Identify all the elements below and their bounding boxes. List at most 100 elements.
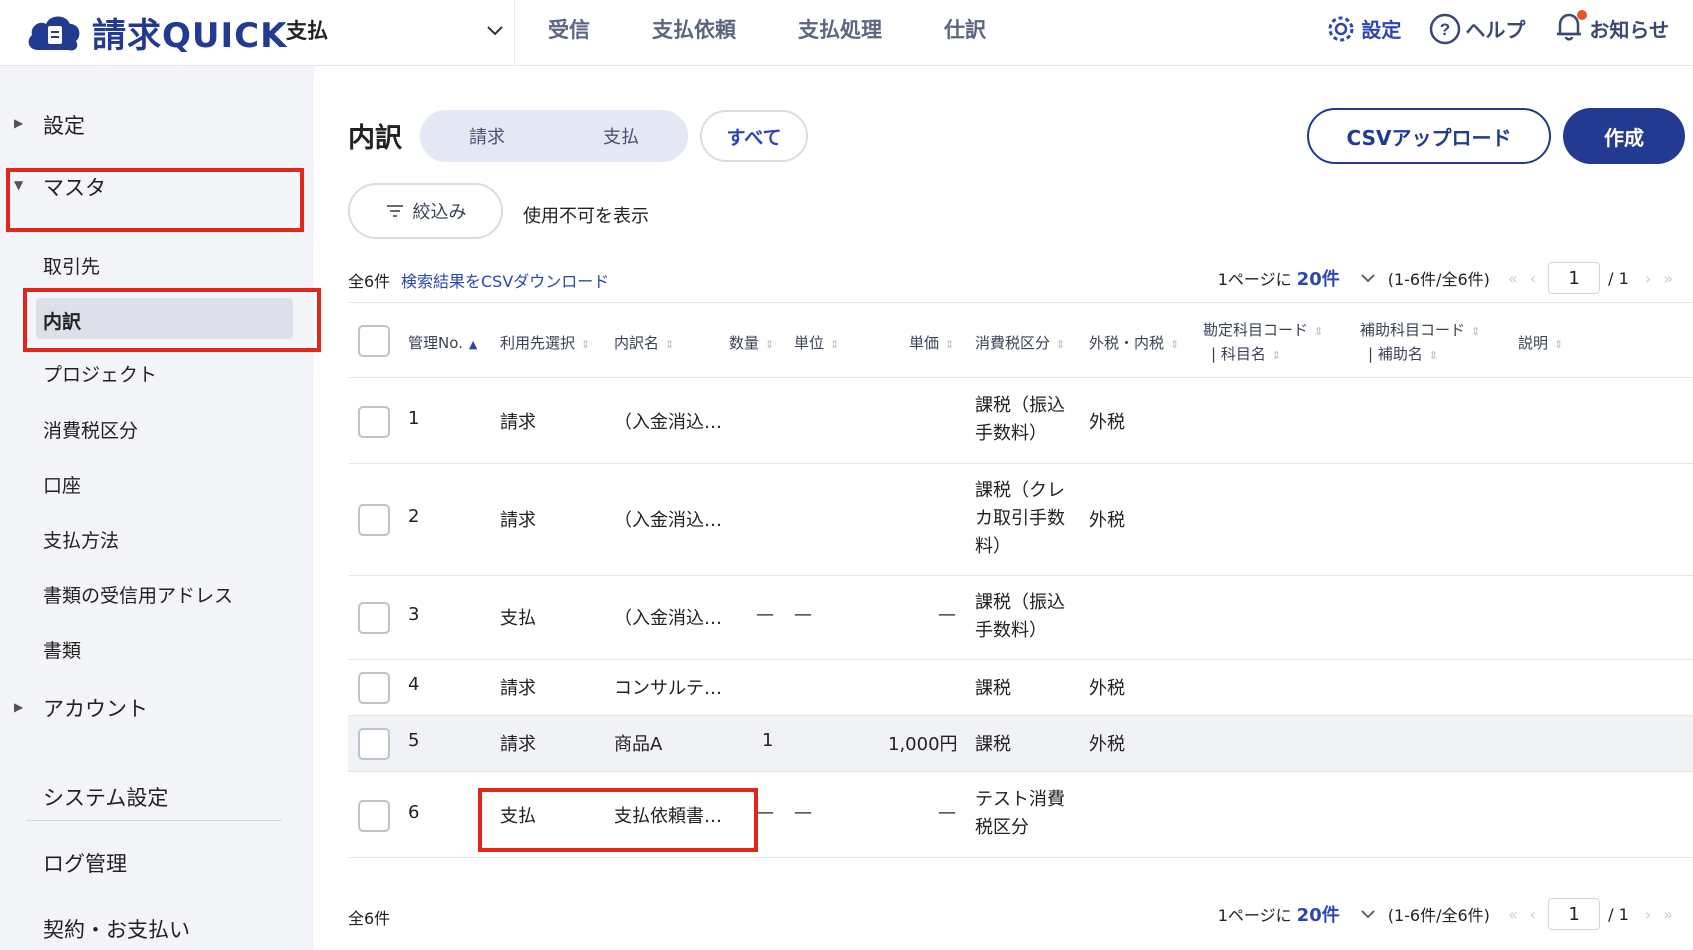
table-row[interactable]: 5 請求 商品A 1 1,000円 課税 外税 — [348, 716, 1693, 772]
sidebar-item-receive-address[interactable]: 書類の受信用アドレス — [43, 581, 233, 608]
table-row[interactable]: 4 請求 コンサルテ… 課税 外税 — [348, 660, 1693, 716]
cell-name: 商品A — [614, 734, 663, 755]
sort-icon: ▲ — [468, 338, 478, 351]
per-page-select[interactable]: 1ページに 20件 — [1218, 901, 1340, 927]
cell-usage: 請求 — [500, 510, 536, 531]
col-price[interactable]: 単価 ⇕ — [909, 332, 954, 353]
sidebar-item-settings[interactable]: 設定 — [43, 110, 85, 140]
cell-qty: — — [756, 802, 774, 823]
sidebar-item-clients[interactable]: 取引先 — [43, 252, 100, 279]
page-input[interactable]: 1 — [1548, 262, 1601, 294]
per-page-prefix: 1ページに — [1217, 906, 1292, 925]
row-checkbox[interactable] — [358, 602, 390, 634]
per-page-prefix: 1ページに — [1217, 270, 1292, 289]
row-checkbox[interactable] — [358, 672, 390, 704]
col-tax-label: 消費税区分 — [975, 334, 1051, 352]
csv-upload-button[interactable]: CSVアップロード — [1307, 108, 1551, 164]
footer-total-count: 全6件 — [348, 909, 391, 928]
col-usage[interactable]: 利用先選択 ⇕ — [500, 332, 590, 353]
nav-item-receive[interactable]: 受信 — [548, 14, 590, 44]
nav-item-payment-request[interactable]: 支払依頼 — [652, 14, 736, 44]
total-count: 全6件 — [348, 272, 391, 291]
col-tax-category[interactable]: 消費税区分 ⇕ — [975, 332, 1065, 353]
first-page-icon[interactable]: « — [1508, 269, 1518, 288]
cell-usage: 請求 — [500, 412, 536, 433]
nav-item-journal[interactable]: 仕訳 — [944, 14, 986, 44]
col-quantity[interactable]: 数量 ⇕ — [729, 332, 774, 353]
row-checkbox[interactable] — [358, 406, 390, 438]
segment-invoice[interactable]: 請求 — [420, 123, 554, 149]
table-header: 管理No. ▲ 利用先選択 ⇕ 内訳名 ⇕ 数量 ⇕ 単位 ⇕ 単価 ⇕ 消費税区分 ⇕ 外税… — [348, 302, 1693, 378]
prev-page-icon[interactable]: ‹ — [1530, 269, 1536, 288]
col-usage-label: 利用先選択 — [500, 334, 576, 352]
col-description[interactable]: 説明 ⇕ — [1518, 332, 1563, 353]
cell-price: — — [938, 802, 956, 823]
col-subaccount-code[interactable]: 補助科目コード ⇕ — [1360, 319, 1480, 340]
sidebar-item-contract-payment[interactable]: 契約・お支払い — [43, 914, 190, 944]
col-account-name[interactable]: | 科目名 ⇕ — [1211, 343, 1281, 364]
sidebar-item-tax-category[interactable]: 消費税区分 — [43, 416, 138, 443]
sidebar-item-payment-method[interactable]: 支払方法 — [43, 526, 119, 553]
notifications-link[interactable]: お知らせ — [1551, 8, 1669, 49]
help-icon: ? — [1430, 13, 1461, 44]
notification-badge — [1551, 8, 1589, 49]
col-account-code[interactable]: 勘定科目コード ⇕ — [1203, 319, 1323, 340]
cell-unit: — — [794, 604, 812, 625]
row-checkbox[interactable] — [358, 800, 390, 832]
segment-payment[interactable]: 支払 — [554, 123, 688, 149]
nav-item-payment-processing[interactable]: 支払処理 — [798, 14, 882, 44]
prev-page-icon[interactable]: ‹ — [1530, 905, 1536, 924]
col-taxtype-label: 外税・内税 — [1089, 334, 1165, 352]
select-all-checkbox[interactable] — [358, 325, 390, 357]
col-management-no[interactable]: 管理No. ▲ — [408, 332, 477, 353]
sort-icon: ⇕ — [1271, 349, 1282, 362]
cell-no: 1 — [408, 408, 420, 429]
per-page-select[interactable]: 1ページに 20件 — [1218, 265, 1340, 291]
settings-link[interactable]: 設定 — [1323, 11, 1401, 47]
row-checkbox[interactable] — [358, 728, 390, 760]
row-checkbox[interactable] — [358, 504, 390, 536]
cell-qty: 1 — [762, 730, 774, 751]
sort-icon: ⇕ — [1428, 349, 1439, 362]
col-name[interactable]: 内訳名 ⇕ — [614, 332, 674, 353]
sidebar-item-documents[interactable]: 書類 — [43, 636, 81, 663]
cell-taxtype: 外税 — [1089, 678, 1125, 699]
cell-name: （入金消込… — [614, 608, 722, 629]
chevron-down-icon[interactable] — [1358, 904, 1378, 924]
next-page-icon[interactable]: › — [1645, 269, 1651, 288]
sidebar-item-account[interactable]: アカウント — [43, 693, 148, 723]
page-total: / 1 — [1608, 904, 1629, 924]
page-input[interactable]: 1 — [1548, 898, 1601, 930]
table-row[interactable]: 3 支払 （入金消込… — — — 課税（振込手数料） — [348, 576, 1693, 660]
sidebar-item-system-settings[interactable]: システム設定 — [43, 782, 168, 812]
chevron-down-icon — [487, 26, 503, 36]
main-nav: 受信 支払依頼 支払処理 仕訳 — [548, 14, 1048, 44]
product-select[interactable]: 支払 — [286, 10, 506, 50]
first-page-icon[interactable]: « — [1508, 905, 1518, 924]
sidebar-item-bank-account[interactable]: 口座 — [43, 471, 81, 498]
sidebar-item-log-management[interactable]: ログ管理 — [43, 848, 127, 878]
csv-download-link[interactable]: 検索結果をCSVダウンロード — [401, 268, 609, 292]
col-tax-type[interactable]: 外税・内税 ⇕ — [1089, 332, 1179, 353]
last-page-icon[interactable]: » — [1663, 269, 1673, 288]
table-row[interactable]: 2 請求 （入金消込… 課税（クレカ取引手数料） 外税 — [348, 464, 1693, 576]
filter-button[interactable]: 絞込み — [348, 183, 503, 239]
app-logo[interactable]: 請求QUICK — [24, 8, 287, 57]
chevron-down-icon[interactable] — [1358, 268, 1378, 288]
cell-usage: 請求 — [500, 678, 536, 699]
sort-icon: ⇕ — [945, 338, 955, 351]
show-disabled-toggle[interactable]: 使用不可を表示 — [523, 202, 649, 228]
table-row[interactable]: 1 請求 （入金消込… 課税（振込手数料） 外税 — [348, 378, 1693, 464]
per-page-value: 20件 — [1296, 905, 1340, 926]
last-page-icon[interactable]: » — [1663, 905, 1673, 924]
col-unit[interactable]: 単位 ⇕ — [794, 332, 839, 353]
table-row[interactable]: 6 支払 支払依頼書… — — — テスト消費税区分 — [348, 772, 1693, 858]
per-page-value: 20件 — [1296, 269, 1340, 290]
app-header: 請求QUICK 支払 受信 支払依頼 支払処理 仕訳 設定 ? ヘルプ お知らせ — [0, 0, 1693, 66]
create-button[interactable]: 作成 — [1563, 108, 1685, 164]
col-subaccount-name[interactable]: | 補助名 ⇕ — [1368, 343, 1438, 364]
sidebar-item-project[interactable]: プロジェクト — [43, 360, 157, 387]
help-link[interactable]: ? ヘルプ — [1427, 11, 1525, 47]
all-button[interactable]: すべて — [700, 110, 808, 162]
next-page-icon[interactable]: › — [1645, 905, 1651, 924]
